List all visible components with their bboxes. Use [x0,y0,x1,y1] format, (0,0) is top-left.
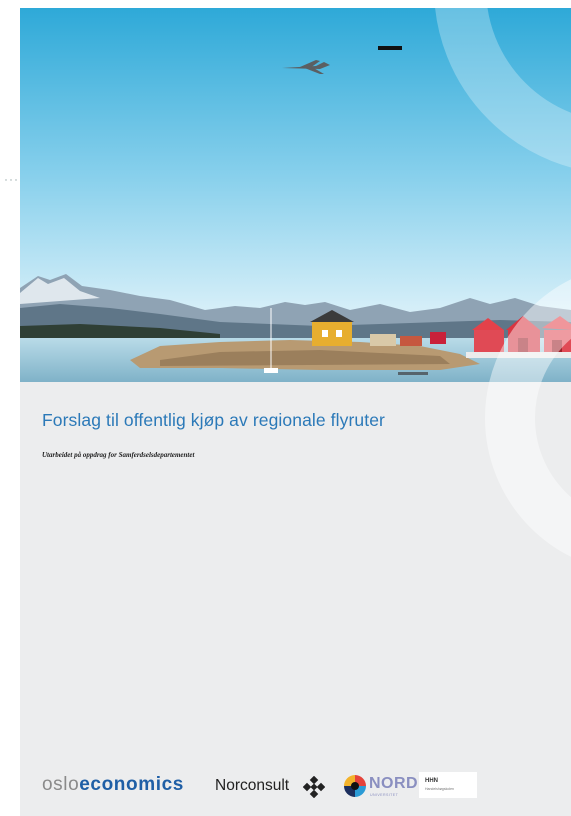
report-cover: Forslag til offentlig kjøp av regionale … [20,8,571,816]
hhn-logo-subtext: Handelshøgskolen [425,787,454,791]
oslo-economics-logo: osloeconomics [42,774,184,796]
economics-logo-part: economics [79,774,184,795]
norconsult-diamond-icon [303,776,325,798]
hhn-logo-text: HHN [425,778,438,784]
report-subtitle: Utarbeidet på oppdrag for Samferdselsdep… [42,451,195,459]
oslo-logo-part: oslo [42,774,80,795]
margin-dots [5,179,17,181]
report-title: Forslag til offentlig kjøp av regionale … [42,410,385,430]
logo-bar: osloeconomics Norconsult NORD UNIVERSITE… [20,764,571,808]
nord-logo-subtext: UNIVERSITET [370,793,399,797]
hhn-logo: HHN Handelshøgskolen [419,772,477,798]
nord-university-emblem-icon [344,775,366,797]
cover-photo [20,8,571,382]
nord-logo-text: NORD [369,775,419,792]
norconsult-logo: Norconsult [215,777,290,794]
